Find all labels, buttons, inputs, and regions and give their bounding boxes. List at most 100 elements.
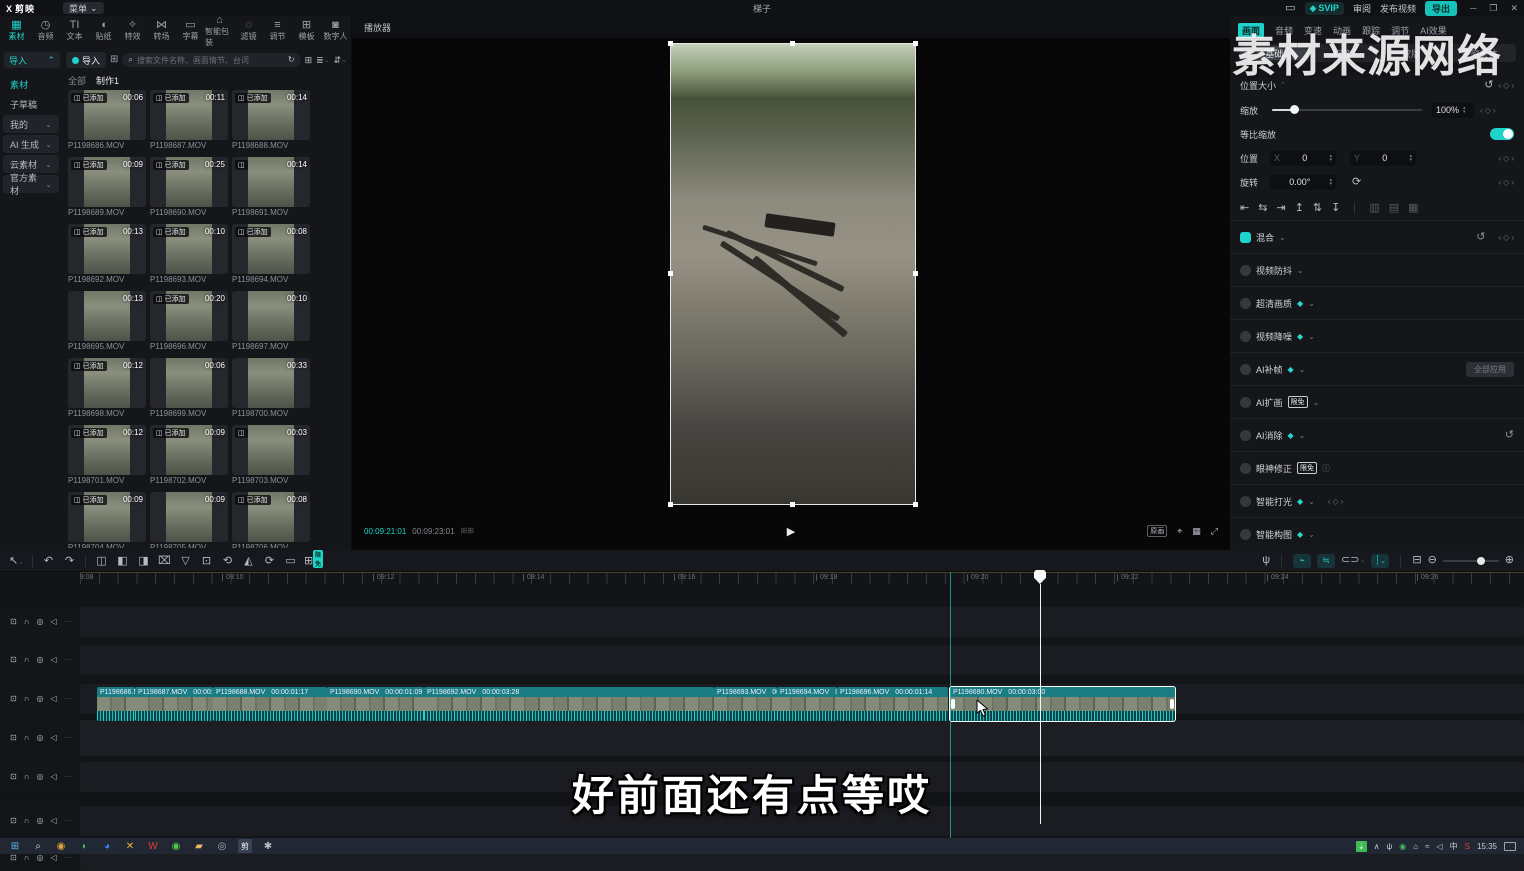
taskbar-app-icon[interactable]: ✕ (123, 839, 137, 853)
taskbar-app-icon[interactable]: ◎ (215, 839, 229, 853)
feature-checkbox[interactable] (1240, 430, 1251, 441)
feature-tab[interactable]: ⋈ 转场 (147, 20, 176, 42)
media-item[interactable]: ◫已添加 00:12 P1198698.MOV (68, 358, 146, 420)
mute-icon[interactable]: ◁ (50, 656, 56, 664)
mute-icon[interactable]: ◁ (50, 618, 56, 626)
align-center-v-icon[interactable]: ⇅ (1313, 203, 1322, 214)
uniform-scale-toggle[interactable] (1490, 128, 1514, 140)
resize-handle[interactable] (913, 271, 918, 276)
track-type-icon[interactable]: ⊡ (10, 854, 17, 862)
chevron-down-icon[interactable]: ⌄ (1313, 398, 1320, 407)
media-item[interactable]: ◫已添加 00:06 P1198699.MOV (150, 358, 228, 420)
refresh-icon[interactable]: ↻ (288, 56, 295, 64)
timeline-clip[interactable]: P1198687.MOV 00:00:0 (135, 687, 213, 721)
media-item[interactable]: ◫已添加 00:10 P1198697.MOV (232, 291, 310, 353)
feature-tab[interactable]: ◖ 贴纸 (89, 20, 118, 42)
align-center-h-icon[interactable]: ⇆ (1258, 203, 1267, 214)
resize-handle[interactable] (668, 271, 673, 276)
video-preview[interactable] (670, 43, 916, 505)
mirror-icon[interactable]: ◭ (238, 554, 259, 567)
media-nav-item[interactable]: AI 生成⌄ (3, 135, 59, 153)
rotate-dial-icon[interactable]: ⟳ (1352, 177, 1361, 188)
chevron-down-icon[interactable]: ⌄ (1308, 530, 1315, 539)
feature-checkbox[interactable] (1240, 265, 1251, 276)
media-item[interactable]: ◫已添加 00:09 P1198705.MOV (150, 492, 228, 548)
stepper[interactable]: ▴▾ (1463, 106, 1466, 114)
media-item[interactable]: ◫已添加 00:09 P1198702.MOV (150, 425, 228, 487)
resize-handle[interactable] (668, 502, 673, 507)
timeline-clip[interactable]: P1198692.MOV 00:00:03:28 (424, 687, 714, 721)
media-source-tab[interactable]: 全部 (68, 74, 86, 87)
feature-checkbox[interactable] (1240, 364, 1251, 375)
filter-icon[interactable]: ⇵⌄ (334, 56, 347, 65)
media-item[interactable]: ◫已添加 00:13 P1198692.MOV (68, 224, 146, 286)
media-nav-item[interactable]: 子草稿 (3, 95, 59, 113)
resize-handle[interactable] (668, 41, 673, 46)
track-type-icon[interactable]: ⊡ (10, 695, 17, 703)
menu-button[interactable]: 菜单⌄ (63, 2, 104, 14)
more-icon[interactable]: ⋯ (64, 854, 72, 862)
adapt-icon[interactable]: ⌖ (1177, 527, 1182, 536)
import-media-button[interactable]: 导入 (66, 52, 106, 68)
feature-tab[interactable]: ▦ 素材 (2, 20, 31, 42)
tray-icon[interactable]: ⌂ (1413, 842, 1418, 851)
align-right-icon[interactable]: ⇥ (1276, 203, 1285, 214)
eye-icon[interactable]: ◎ (36, 618, 43, 626)
chevron-down-icon[interactable]: ⌄ (1297, 266, 1304, 275)
feature-tab[interactable]: ◙ 数字人 (321, 20, 350, 42)
taskbar-app-icon[interactable]: 剪 (238, 839, 252, 853)
resize-handle[interactable] (913, 41, 918, 46)
lock-icon[interactable]: ∩ (24, 618, 30, 626)
rotate-icon[interactable]: ⟳ (259, 554, 280, 567)
media-nav-item[interactable]: 我的⌄ (3, 115, 59, 133)
eye-icon[interactable]: ◎ (36, 695, 43, 703)
freeze-frame-icon[interactable]: ⊡ (196, 554, 217, 567)
undo-icon[interactable]: ↶ (38, 554, 59, 567)
chevron-down-icon[interactable]: ⌄ (1299, 365, 1306, 374)
marquee-icon[interactable]: ⊞限免⌄ (301, 554, 322, 567)
timeline-clip[interactable]: P1198688.MOV 00:00:01:17 (213, 687, 327, 721)
apply-all-button[interactable]: 全部应用 (1466, 362, 1514, 377)
mute-icon[interactable]: ◁ (50, 854, 56, 862)
mute-icon[interactable]: ◁ (50, 695, 56, 703)
keyframe-control[interactable]: ‹◇› (1499, 154, 1515, 163)
eye-icon[interactable]: ◎ (36, 854, 43, 862)
split-view-icon[interactable]: ⊟ (1412, 555, 1421, 566)
position-y-box[interactable]: Y 0 ▴▾ (1350, 151, 1416, 166)
main-track-magnet-toggle[interactable]: ⌁ (1293, 554, 1311, 568)
timeline-ruler[interactable]: 09:08 09:10 09:12 09:14 09:16 09:18 09:2… (80, 572, 1524, 584)
feature-checkbox[interactable] (1240, 298, 1251, 309)
taskbar-app-icon[interactable]: ▰ (192, 839, 206, 853)
tray-icon[interactable]: ⇣ (1356, 841, 1367, 852)
delete-left-icon[interactable]: ◧ (112, 554, 133, 567)
taskbar-app-icon[interactable]: ✱ (261, 839, 275, 853)
taskbar-clock[interactable]: 15:35 (1477, 842, 1497, 851)
reverse-icon[interactable]: ⟲ (217, 554, 238, 567)
auto-snap-toggle[interactable]: ≒ (1317, 554, 1335, 568)
align-top-icon[interactable]: ↥ (1295, 203, 1304, 214)
tray-icon[interactable]: ψ (1387, 842, 1393, 851)
play-button[interactable]: ▶ (352, 525, 1230, 538)
maximize-button[interactable]: ❐ (1489, 3, 1497, 14)
delete-icon[interactable]: ⌧ (154, 554, 175, 567)
resize-handle[interactable] (790, 502, 795, 507)
feature-tab[interactable]: ▭ 字幕 (176, 20, 205, 42)
keyframe-control[interactable]: ‹◇› (1499, 233, 1515, 242)
align-bottom-icon[interactable]: ↧ (1331, 203, 1340, 214)
media-source-tab[interactable]: 制作1 (96, 74, 119, 87)
lock-icon[interactable]: ∩ (24, 854, 30, 862)
scale-slider[interactable] (1272, 109, 1422, 111)
media-item[interactable]: ◫已添加 00:09 P1198704.MOV (68, 492, 146, 548)
close-button[interactable]: ✕ (1510, 3, 1518, 14)
timeline-zoom-slider[interactable] (1443, 560, 1499, 562)
track-lane[interactable] (80, 607, 1524, 637)
keyframe-control[interactable]: ‹◇› (1328, 497, 1344, 506)
feature-checkbox[interactable] (1240, 397, 1251, 408)
media-item[interactable]: ◫已添加 00:33 P1198700.MOV (232, 358, 310, 420)
stepper[interactable]: ▴▾ (1330, 178, 1333, 186)
align-left-icon[interactable]: ⇤ (1240, 203, 1249, 214)
svip-badge[interactable]: ◆SVIP (1305, 2, 1344, 15)
fullscreen-icon[interactable]: ⤢ (1211, 527, 1218, 536)
resize-handle[interactable] (913, 502, 918, 507)
media-item[interactable]: ◫已添加 00:12 P1198701.MOV (68, 425, 146, 487)
